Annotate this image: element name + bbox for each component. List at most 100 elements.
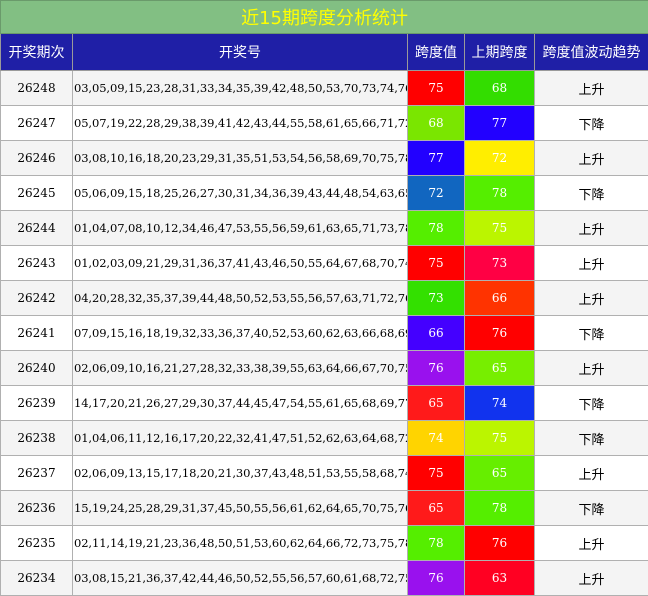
title-row: 近15期跨度分析统计 xyxy=(1,1,648,34)
table-row: 2624803,05,09,15,23,28,31,33,34,35,39,42… xyxy=(1,71,648,106)
span-cell: 66 xyxy=(408,316,465,351)
span-cell: 78 xyxy=(408,526,465,561)
numbers-cell: 07,09,15,16,18,19,32,33,36,37,40,52,53,6… xyxy=(73,316,408,351)
span-cell: 76 xyxy=(408,351,465,386)
table-row: 2624705,07,19,22,28,29,38,39,41,42,43,44… xyxy=(1,106,648,141)
numbers-cell: 02,06,09,13,15,17,18,20,21,30,37,43,48,5… xyxy=(73,456,408,491)
numbers-cell: 01,04,06,11,12,16,17,20,22,32,41,47,51,5… xyxy=(73,421,408,456)
prev-span-cell: 76 xyxy=(465,526,535,561)
span-analysis-page: 近15期跨度分析统计 开奖期次 开奖号 跨度值 上期跨度 跨度值波动趋势 262… xyxy=(0,0,648,560)
trend-cell: 上升 xyxy=(535,351,648,386)
period-cell: 26234 xyxy=(1,561,73,596)
trend-cell: 上升 xyxy=(535,526,648,561)
period-cell: 26247 xyxy=(1,106,73,141)
period-cell: 26242 xyxy=(1,281,73,316)
table-row: 2624301,02,03,09,21,29,31,36,37,41,43,46… xyxy=(1,246,648,281)
numbers-cell: 02,11,14,19,21,23,36,48,50,51,53,60,62,6… xyxy=(73,526,408,561)
prev-span-cell: 78 xyxy=(465,176,535,211)
period-cell: 26248 xyxy=(1,71,73,106)
trend-cell: 下降 xyxy=(535,491,648,526)
prev-span-cell: 73 xyxy=(465,246,535,281)
trend-cell: 上升 xyxy=(535,211,648,246)
numbers-cell: 05,07,19,22,28,29,38,39,41,42,43,44,55,5… xyxy=(73,106,408,141)
span-cell: 65 xyxy=(408,491,465,526)
table-row: 2624603,08,10,16,18,20,23,29,31,35,51,53… xyxy=(1,141,648,176)
span-cell: 72 xyxy=(408,176,465,211)
table-row: 2623615,19,24,25,28,29,31,37,45,50,55,56… xyxy=(1,491,648,526)
table-row: 2623914,17,20,21,26,27,29,30,37,44,45,47… xyxy=(1,386,648,421)
prev-span-cell: 66 xyxy=(465,281,535,316)
period-cell: 26244 xyxy=(1,211,73,246)
span-cell: 68 xyxy=(408,106,465,141)
span-cell: 75 xyxy=(408,71,465,106)
numbers-cell: 02,06,09,10,16,21,27,28,32,33,38,39,55,6… xyxy=(73,351,408,386)
numbers-cell: 15,19,24,25,28,29,31,37,45,50,55,56,61,6… xyxy=(73,491,408,526)
span-cell: 73 xyxy=(408,281,465,316)
table-row: 2623702,06,09,13,15,17,18,20,21,30,37,43… xyxy=(1,456,648,491)
table-row: 2623502,11,14,19,21,23,36,48,50,51,53,60… xyxy=(1,526,648,561)
period-cell: 26240 xyxy=(1,351,73,386)
prev-span-cell: 74 xyxy=(465,386,535,421)
trend-cell: 上升 xyxy=(535,561,648,596)
table-row: 2624505,06,09,15,18,25,26,27,30,31,34,36… xyxy=(1,176,648,211)
trend-cell: 下降 xyxy=(535,176,648,211)
trend-cell: 下降 xyxy=(535,106,648,141)
span-cell: 76 xyxy=(408,561,465,596)
prev-span-cell: 68 xyxy=(465,71,535,106)
numbers-cell: 14,17,20,21,26,27,29,30,37,44,45,47,54,5… xyxy=(73,386,408,421)
prev-span-cell: 76 xyxy=(465,316,535,351)
prev-span-cell: 75 xyxy=(465,421,535,456)
numbers-cell: 01,04,07,08,10,12,34,46,47,53,55,56,59,6… xyxy=(73,211,408,246)
span-cell: 77 xyxy=(408,141,465,176)
prev-span-cell: 78 xyxy=(465,491,535,526)
period-cell: 26246 xyxy=(1,141,73,176)
table-row: 2624401,04,07,08,10,12,34,46,47,53,55,56… xyxy=(1,211,648,246)
span-analysis-table: 近15期跨度分析统计 开奖期次 开奖号 跨度值 上期跨度 跨度值波动趋势 262… xyxy=(0,0,648,596)
period-cell: 26243 xyxy=(1,246,73,281)
trend-cell: 上升 xyxy=(535,456,648,491)
span-cell: 65 xyxy=(408,386,465,421)
prev-span-cell: 77 xyxy=(465,106,535,141)
header-row: 开奖期次 开奖号 跨度值 上期跨度 跨度值波动趋势 xyxy=(1,34,648,71)
period-cell: 26237 xyxy=(1,456,73,491)
period-cell: 26241 xyxy=(1,316,73,351)
numbers-cell: 03,08,15,21,36,37,42,44,46,50,52,55,56,5… xyxy=(73,561,408,596)
prev-span-cell: 65 xyxy=(465,456,535,491)
trend-cell: 上升 xyxy=(535,71,648,106)
header-span: 跨度值 xyxy=(408,34,465,71)
table-body: 近15期跨度分析统计 开奖期次 开奖号 跨度值 上期跨度 跨度值波动趋势 262… xyxy=(1,1,648,596)
span-cell: 78 xyxy=(408,211,465,246)
trend-cell: 下降 xyxy=(535,316,648,351)
period-cell: 26245 xyxy=(1,176,73,211)
trend-cell: 上升 xyxy=(535,281,648,316)
prev-span-cell: 65 xyxy=(465,351,535,386)
table-row: 2624204,20,28,32,35,37,39,44,48,50,52,53… xyxy=(1,281,648,316)
span-cell: 74 xyxy=(408,421,465,456)
header-prev-span: 上期跨度 xyxy=(465,34,535,71)
numbers-cell: 03,08,10,16,18,20,23,29,31,35,51,53,54,5… xyxy=(73,141,408,176)
header-trend: 跨度值波动趋势 xyxy=(535,34,648,71)
table-row: 2624002,06,09,10,16,21,27,28,32,33,38,39… xyxy=(1,351,648,386)
period-cell: 26238 xyxy=(1,421,73,456)
period-cell: 26236 xyxy=(1,491,73,526)
numbers-cell: 03,05,09,15,23,28,31,33,34,35,39,42,48,5… xyxy=(73,71,408,106)
table-title: 近15期跨度分析统计 xyxy=(1,1,648,34)
span-cell: 75 xyxy=(408,246,465,281)
period-cell: 26235 xyxy=(1,526,73,561)
trend-cell: 上升 xyxy=(535,246,648,281)
span-cell: 75 xyxy=(408,456,465,491)
prev-span-cell: 72 xyxy=(465,141,535,176)
table-row: 2624107,09,15,16,18,19,32,33,36,37,40,52… xyxy=(1,316,648,351)
prev-span-cell: 63 xyxy=(465,561,535,596)
table-row: 2623403,08,15,21,36,37,42,44,46,50,52,55… xyxy=(1,561,648,596)
numbers-cell: 05,06,09,15,18,25,26,27,30,31,34,36,39,4… xyxy=(73,176,408,211)
numbers-cell: 01,02,03,09,21,29,31,36,37,41,43,46,50,5… xyxy=(73,246,408,281)
period-cell: 26239 xyxy=(1,386,73,421)
header-numbers: 开奖号 xyxy=(73,34,408,71)
table-row: 2623801,04,06,11,12,16,17,20,22,32,41,47… xyxy=(1,421,648,456)
header-period: 开奖期次 xyxy=(1,34,73,71)
trend-cell: 上升 xyxy=(535,141,648,176)
trend-cell: 下降 xyxy=(535,421,648,456)
numbers-cell: 04,20,28,32,35,37,39,44,48,50,52,53,55,5… xyxy=(73,281,408,316)
prev-span-cell: 75 xyxy=(465,211,535,246)
